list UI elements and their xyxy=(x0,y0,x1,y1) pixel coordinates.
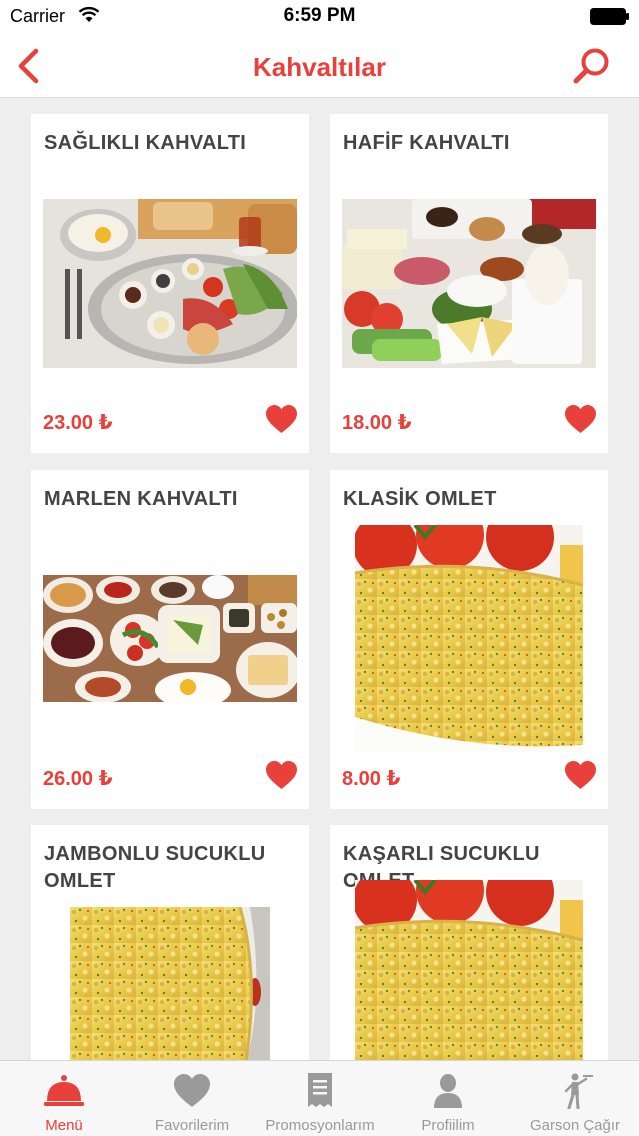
heart-icon xyxy=(174,1074,210,1107)
favorite-button[interactable] xyxy=(564,760,597,790)
status-time: 6:59 PM xyxy=(283,5,356,26)
breakfast-platter-photo xyxy=(43,199,297,368)
tab-profile[interactable]: Profiilim xyxy=(384,1061,512,1136)
tab-favorites[interactable]: Favorilerim xyxy=(128,1061,256,1136)
favorite-button[interactable] xyxy=(265,760,298,790)
tab-promotions[interactable]: Promosyonlarım xyxy=(256,1061,384,1136)
heart-icon xyxy=(565,761,596,789)
product-name: HAFİF KAHVALTI xyxy=(343,132,510,154)
tab-label: Profiilim xyxy=(421,1117,475,1134)
tab-call-waiter[interactable]: Garson Çağır xyxy=(511,1061,639,1136)
product-card[interactable]: HAFİF KAHVALTI 18.00 ₺ xyxy=(330,114,608,453)
product-name: MARLEN KAHVALTI xyxy=(44,488,238,510)
light-breakfast-photo xyxy=(342,199,596,368)
product-price: 26.00 ₺ xyxy=(43,768,113,790)
status-bar: Carrier 6:59 PM xyxy=(0,0,639,34)
heart-icon xyxy=(266,761,297,789)
tab-label: Promosyonlarım xyxy=(265,1117,375,1134)
receipt-icon xyxy=(308,1073,332,1107)
product-card[interactable]: MARLEN KAHVALTI 26.00 ₺ xyxy=(31,470,309,809)
tab-label: Favorilerim xyxy=(154,1117,230,1134)
product-name: JAMBONLU SUCUKLU OMLET xyxy=(44,843,266,892)
product-price: 18.00 ₺ xyxy=(342,412,412,434)
product-card[interactable]: SAĞLIKLI KAHVALTI 23.00 ₺ xyxy=(31,114,309,453)
tab-bar: Menü Favorilerim Promosyonlarım Profiili… xyxy=(0,1060,639,1136)
tab-label: Menü xyxy=(45,1117,83,1134)
omelet-photo xyxy=(355,880,583,1060)
product-price: 8.00 ₺ xyxy=(342,768,401,790)
favorite-button[interactable] xyxy=(564,404,597,434)
navigation-bar: Kahvaltılar xyxy=(0,34,639,98)
battery-icon xyxy=(590,8,630,25)
waiter-icon xyxy=(564,1073,593,1109)
search-button[interactable] xyxy=(571,46,613,88)
product-card[interactable]: KAŞARLI SUCUKLU OMLET xyxy=(330,825,608,1060)
product-card[interactable]: JAMBONLU SUCUKLU OMLET xyxy=(31,825,309,1060)
product-grid: SAĞLIKLI KAHVALTI 23.00 ₺ HAFİF KAHVALTI… xyxy=(0,98,639,1060)
product-price: 23.00 ₺ xyxy=(43,412,113,434)
cloche-icon xyxy=(44,1075,84,1106)
product-card[interactable]: KLASİK OMLET 8.00 ₺ xyxy=(330,470,608,809)
tab-label: Garson Çağır xyxy=(529,1117,621,1134)
search-icon xyxy=(573,48,609,84)
breakfast-spread-photo xyxy=(43,575,297,702)
omelet-photo xyxy=(355,525,583,752)
user-icon xyxy=(434,1074,462,1108)
heart-icon xyxy=(565,405,596,433)
product-name: KLASİK OMLET xyxy=(343,488,497,510)
omelet-photo xyxy=(70,907,270,1060)
heart-icon xyxy=(266,405,297,433)
product-name: SAĞLIKLI KAHVALTI xyxy=(44,132,247,154)
favorite-button[interactable] xyxy=(265,404,298,434)
tab-menu[interactable]: Menü xyxy=(0,1061,128,1136)
page-title: Kahvaltılar xyxy=(253,52,386,82)
